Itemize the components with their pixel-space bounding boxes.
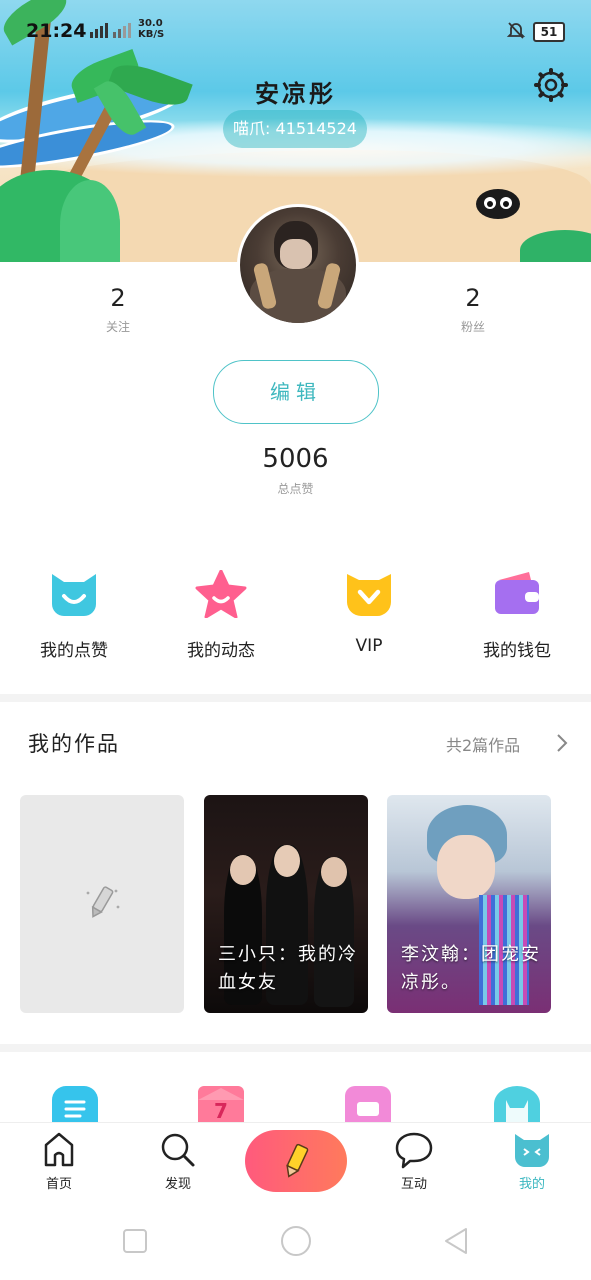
following-label: 关注 (105, 320, 130, 334)
cover-figure (437, 835, 495, 899)
cover-figure (321, 857, 347, 887)
my-likes-action[interactable]: 我的点赞 (14, 570, 134, 661)
my-posts-label: 我的动态 (187, 641, 255, 661)
cover-figure (274, 845, 300, 877)
profile-username: 安凉彤 (255, 80, 336, 108)
wallet-icon (491, 570, 543, 618)
my-wallet-action[interactable]: 我的钱包 (457, 570, 577, 661)
calendar-icon[interactable]: 7 (198, 1086, 244, 1123)
total-likes-count: 5006 (262, 444, 329, 474)
ticket-icon[interactable] (345, 1086, 391, 1122)
svg-text:7: 7 (214, 1099, 228, 1122)
network-speed: 30.0 KB/S (138, 18, 164, 40)
settings-gear-icon[interactable] (534, 68, 568, 102)
vip-label: VIP (355, 636, 383, 656)
status-bar: 21:24 30.0 KB/S 51 (0, 0, 591, 60)
star-icon (195, 569, 247, 619)
new-work-card[interactable] (20, 795, 184, 1013)
bell-muted-icon (506, 20, 526, 40)
pencil-icon (280, 1143, 312, 1179)
my-posts-action[interactable]: 我的动态 (161, 569, 281, 661)
home-icon (19, 1131, 99, 1169)
avatar[interactable] (237, 204, 359, 326)
speed-unit: KB/S (138, 29, 165, 40)
recent-apps-icon[interactable] (122, 1228, 148, 1254)
following-count: 2 (110, 284, 126, 312)
search-icon (138, 1131, 218, 1169)
create-post-button[interactable] (245, 1130, 347, 1192)
mascot-icon (475, 186, 521, 220)
speed-value: 30.0 (138, 18, 163, 29)
section-divider (0, 694, 591, 702)
cover-figure (230, 855, 256, 885)
chevron-right-icon[interactable] (555, 733, 569, 753)
tab-mine[interactable]: 我的 (492, 1131, 572, 1192)
tab-interact[interactable]: 互动 (374, 1131, 454, 1192)
avatar-figure (280, 239, 312, 269)
back-triangle-icon[interactable] (442, 1226, 470, 1256)
tab-home-label: 首页 (45, 1177, 72, 1192)
tab-home[interactable]: 首页 (19, 1131, 99, 1192)
tab-mine-label: 我的 (518, 1177, 545, 1192)
signal-icon (86, 22, 132, 38)
vip-action[interactable]: VIP (309, 570, 429, 656)
work-card[interactable]: 三小只：我的冷血女友 (204, 795, 368, 1013)
section-divider (0, 1044, 591, 1052)
home-circle-icon[interactable] (280, 1225, 312, 1257)
bush-decoration (60, 180, 120, 262)
my-likes-label: 我的点赞 (40, 641, 108, 661)
pencil-icon (82, 881, 122, 921)
edit-profile-button[interactable]: 编辑 (213, 360, 379, 424)
vip-badge-icon (343, 570, 395, 618)
tab-interact-label: 互动 (400, 1177, 427, 1192)
works-count[interactable]: 共2篇作品 (446, 732, 520, 756)
battery-indicator: 51 (533, 22, 565, 42)
work-card-title: 李汶翰：团宠安凉彤。 (401, 944, 541, 993)
status-time: 21:24 (26, 20, 87, 42)
cat-face-icon (48, 570, 100, 618)
tab-discover[interactable]: 发现 (138, 1131, 218, 1192)
cat-face-icon[interactable] (494, 1086, 540, 1122)
chat-bubble-icon (374, 1131, 454, 1169)
fans-count: 2 (465, 284, 481, 312)
tab-discover-label: 发现 (164, 1177, 191, 1192)
fans-stat[interactable]: 2 粉丝 (433, 284, 513, 335)
total-likes-label: 总点赞 (277, 482, 314, 496)
profile-id-badge[interactable]: 喵爪: 41514524 (223, 110, 367, 148)
fans-label: 粉丝 (460, 320, 485, 334)
following-stat[interactable]: 2 关注 (78, 284, 158, 335)
system-nav-bar (0, 1200, 591, 1280)
work-card-title: 三小只：我的冷血女友 (218, 944, 358, 993)
cat-face-icon (492, 1131, 572, 1169)
list-menu-icon[interactable] (52, 1086, 98, 1122)
my-wallet-label: 我的钱包 (483, 641, 551, 661)
my-works-title: 我的作品 (28, 732, 120, 756)
work-card[interactable]: 李汶翰：团宠安凉彤。 (387, 795, 551, 1013)
